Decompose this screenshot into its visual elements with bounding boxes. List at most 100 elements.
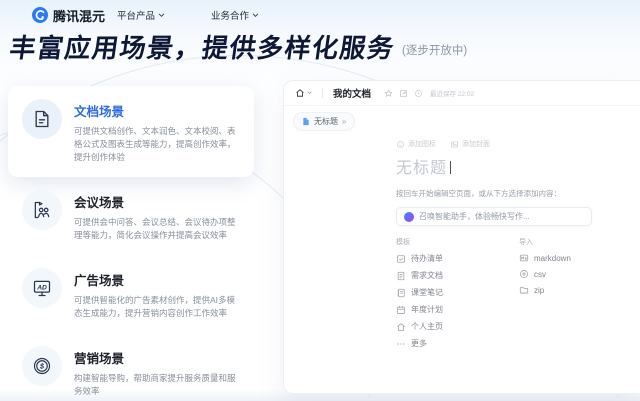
import-section: 导入 markdown csv [519, 237, 571, 355]
doc-file-icon [302, 117, 310, 126]
import-item-markdown[interactable]: markdown [519, 253, 571, 263]
template-item-label: 年度计划 [411, 304, 443, 315]
card-title: 营销场景 [74, 348, 240, 367]
svg-text:$: $ [39, 362, 45, 371]
doc-title-placeholder: 无标题 [396, 160, 447, 177]
document-icon [22, 99, 62, 139]
chevrons-right-icon: » [342, 117, 346, 126]
header-actions [384, 89, 423, 98]
smiley-icon [396, 140, 405, 149]
card-desc: 可提供文档创作、文本润色、文本校阅、表格公式及图表生成等能力，提高创作效率，提升… [74, 125, 240, 164]
import-item-label: csv [534, 270, 546, 279]
page-title: 丰富应用场景，提供多样化服务 [7, 28, 397, 65]
hunyuan-logo-icon [32, 7, 48, 23]
card-title: 文档场景 [74, 101, 240, 120]
ellipsis-icon [396, 339, 406, 349]
add-cover-button[interactable]: 添加封面 [450, 139, 490, 149]
card-text: 文档场景 可提供文档创作、文本润色、文本校阅、表格公式及图表生成等能力，提高创作… [74, 99, 240, 164]
checklist-icon [396, 254, 406, 264]
doc-add-actions: 添加图标 添加封面 [396, 139, 596, 149]
template-item-todo-list[interactable]: 待办清单 [396, 253, 519, 264]
scenario-card-list: 文档场景 可提供文档创作、文本润色、文本校阅、表格公式及图表生成等能力，提高创作… [8, 86, 254, 401]
import-item-label: zip [534, 286, 544, 295]
template-item-class-notes[interactable]: 课堂笔记 [396, 287, 519, 298]
clock-icon [414, 89, 423, 98]
scenario-card-meeting[interactable]: 会议场景 可提供会中问答、会议总结、会议待办项整理等能力，简化会议操作并提高会议… [8, 177, 254, 255]
ai-assistant-icon [404, 212, 414, 222]
template-item-label: 个人主页 [411, 321, 443, 332]
chevron-down-icon [252, 13, 259, 18]
brand-logo[interactable]: 腾讯混元 [32, 6, 105, 25]
meeting-icon [22, 190, 62, 230]
doc-collection-title: 我的文档 [333, 86, 371, 100]
template-more-label: 更多 [411, 338, 427, 349]
editor-header: 我的文档 最近保存 22:02 [284, 81, 640, 106]
text-cursor [450, 161, 451, 174]
markdown-icon [519, 253, 529, 263]
folder-icon [519, 285, 529, 295]
nav-item-platform-products[interactable]: 平台产品 [117, 8, 165, 22]
navbar: 腾讯混元 平台产品 业务合作 [32, 5, 259, 25]
brand-name: 腾讯混元 [53, 6, 105, 25]
doc-hint-text: 按回车开始编辑空页面，或从下方选择添加内容： [396, 188, 596, 199]
svg-text:AD: AD [36, 284, 47, 291]
import-item-zip[interactable]: zip [519, 285, 571, 295]
tab-label: 无标题 [314, 116, 338, 127]
ai-assistant-placeholder: 召唤智能助手，体验畅快写作... [419, 211, 530, 222]
ai-assistant-input[interactable]: 召唤智能助手，体验畅快写作... [396, 207, 592, 226]
add-cover-label: 添加封面 [462, 139, 490, 149]
home-icon [396, 322, 406, 332]
hero: 丰富应用场景，提供多样化服务 (逐步开放中) [10, 28, 467, 65]
calendar-icon [396, 305, 406, 315]
card-desc: 构建智能导购，帮助商家提升服务质量和服务效率 [74, 372, 240, 398]
chevron-down-icon [158, 13, 165, 18]
card-title: 广告场景 [74, 270, 240, 289]
card-title: 会议场景 [74, 192, 240, 211]
doc-title-input[interactable]: 无标题 [396, 154, 596, 178]
star-icon[interactable] [384, 89, 393, 98]
card-desc: 可提供会中问答、会议总结、会议待办项整理等能力，简化会议操作并提高会议效率 [74, 216, 240, 242]
template-section: 模板 待办清单 需求文档 [396, 237, 519, 355]
template-item-label: 课堂笔记 [411, 287, 443, 298]
home-icon [295, 88, 305, 98]
card-desc: 可提供智能化的广告素材创作，提供AI多模态生成能力，提升营销内容创作工作效率 [74, 294, 240, 320]
import-item-label: markdown [534, 254, 571, 263]
import-item-csv[interactable]: csv [519, 269, 571, 279]
csv-disc-icon [519, 269, 529, 279]
tab-untitled[interactable]: 无标题 » [293, 112, 355, 131]
template-section-title: 模板 [396, 237, 519, 247]
page-subtitle: (逐步开放中) [402, 45, 467, 57]
card-text: 营销场景 构建智能导购，帮助商家提升服务质量和服务效率 [74, 346, 240, 398]
template-item-personal-homepage[interactable]: 个人主页 [396, 321, 519, 332]
card-text: 会议场景 可提供会中问答、会议总结、会议待办项整理等能力，简化会议操作并提高会议… [74, 190, 240, 242]
scenario-card-document[interactable]: 文档场景 可提供文档创作、文本润色、文本校阅、表格公式及图表生成等能力，提高创作… [8, 86, 254, 177]
nav-links: 平台产品 业务合作 [117, 8, 259, 22]
nav-item-label: 平台产品 [117, 8, 155, 22]
add-icon-button[interactable]: 添加图标 [396, 139, 436, 149]
doc-body: 添加图标 添加封面 无标题 按回车开始编辑空页面，或从下方选择添加内容： 召唤智… [396, 139, 596, 355]
share-icon[interactable] [399, 89, 408, 98]
notebook-icon [396, 288, 406, 298]
tab-row: 无标题 » [284, 106, 640, 135]
template-more-button[interactable]: 更多 [396, 338, 519, 349]
chevron-down-icon [307, 91, 312, 95]
ad-icon: AD [22, 268, 62, 308]
scenario-card-marketing[interactable]: $ 营销场景 构建智能导购，帮助商家提升服务质量和服务效率 [8, 333, 254, 401]
scenario-card-ad[interactable]: AD 广告场景 可提供智能化的广告素材创作，提供AI多模态生成能力，提升营销内容… [8, 255, 254, 333]
quick-start-sections: 模板 待办清单 需求文档 [396, 237, 596, 355]
nav-item-business-cooperation[interactable]: 业务合作 [211, 8, 259, 22]
page: 腾讯混元 平台产品 业务合作 丰富应用场景，提供多样化服务 (逐步开放中) [0, 0, 640, 401]
marketing-icon: $ [22, 346, 62, 386]
template-item-label: 待办清单 [411, 253, 443, 264]
nav-item-label: 业务合作 [211, 8, 249, 22]
image-icon [450, 140, 459, 149]
template-item-requirements-doc[interactable]: 需求文档 [396, 270, 519, 281]
template-item-label: 需求文档 [411, 270, 443, 281]
import-section-title: 导入 [519, 237, 571, 247]
last-saved-status: 最近保存 22:02 [430, 88, 474, 98]
home-button[interactable] [295, 88, 312, 98]
add-icon-label: 添加图标 [408, 139, 436, 149]
template-item-annual-plan[interactable]: 年度计划 [396, 304, 519, 315]
card-text: 广告场景 可提供智能化的广告素材创作，提供AI多模态生成能力，提升营销内容创作工… [74, 268, 240, 320]
document-editor-panel: 我的文档 最近保存 22:02 无标题 » [283, 80, 640, 394]
